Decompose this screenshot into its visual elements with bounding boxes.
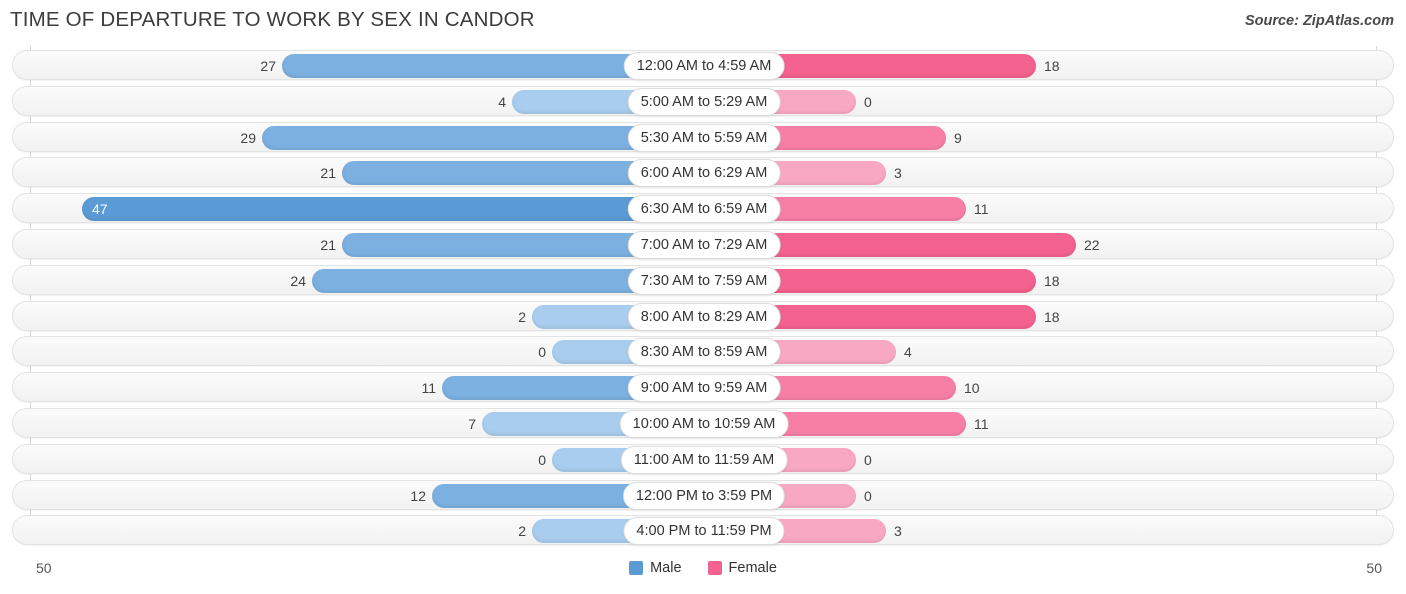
table-row[interactable]: 0 4 8:30 AM to 8:59 AM bbox=[12, 336, 1394, 367]
value-label-male: 2 bbox=[518, 308, 526, 325]
category-label[interactable]: 8:30 AM to 8:59 AM bbox=[627, 338, 781, 367]
table-row[interactable]: 12 0 12:00 PM to 3:59 PM bbox=[12, 479, 1394, 510]
table-row[interactable]: 27 18 12:00 AM to 4:59 AM bbox=[12, 50, 1394, 80]
value-label-male: 4 bbox=[498, 93, 506, 110]
value-label-female: 9 bbox=[954, 129, 962, 146]
value-label-female: 0 bbox=[864, 487, 872, 504]
bar-male[interactable] bbox=[82, 197, 704, 222]
value-label-female: 22 bbox=[1084, 237, 1100, 253]
category-label[interactable]: 12:00 AM to 4:59 AM bbox=[623, 52, 785, 80]
table-row[interactable]: 11 10 9:00 AM to 9:59 AM bbox=[12, 372, 1394, 403]
value-label-female: 0 bbox=[864, 93, 872, 110]
page-title: TIME OF DEPARTURE TO WORK BY SEX IN CAND… bbox=[10, 8, 535, 31]
category-label[interactable]: 9:00 AM to 9:59 AM bbox=[627, 374, 781, 403]
value-label-male: 12 bbox=[410, 487, 426, 504]
table-row[interactable]: 0 0 11:00 AM to 11:59 AM bbox=[12, 443, 1394, 474]
legend-label: Female bbox=[728, 560, 777, 576]
value-label-female: 18 bbox=[1044, 58, 1060, 74]
table-row[interactable]: 29 9 5:30 AM to 5:59 AM bbox=[12, 121, 1394, 152]
category-label[interactable]: 7:30 AM to 7:59 AM bbox=[627, 266, 781, 295]
value-label-male: 27 bbox=[260, 58, 276, 74]
table-row[interactable]: 21 22 7:00 AM to 7:29 AM bbox=[12, 229, 1394, 259]
value-label-female: 0 bbox=[864, 451, 872, 468]
chart-footer: 50 50 Male Female bbox=[0, 548, 1406, 594]
table-row[interactable]: 2 18 8:00 AM to 8:29 AM bbox=[12, 300, 1394, 331]
legend-swatch-male bbox=[629, 561, 644, 575]
category-label[interactable]: 5:00 AM to 5:29 AM bbox=[627, 87, 781, 116]
value-label-male: 0 bbox=[538, 344, 546, 361]
value-label-female: 18 bbox=[1044, 308, 1060, 325]
category-label[interactable]: 12:00 PM to 3:59 PM bbox=[622, 481, 786, 510]
legend-swatch-female bbox=[707, 561, 722, 575]
value-label-male: 21 bbox=[320, 165, 336, 182]
value-label-female: 11 bbox=[974, 201, 989, 218]
value-label-male: 21 bbox=[320, 237, 336, 253]
category-label[interactable]: 6:30 AM to 6:59 AM bbox=[627, 195, 781, 224]
value-label-female: 18 bbox=[1044, 272, 1060, 289]
table-row[interactable]: 21 3 6:00 AM to 6:29 AM bbox=[12, 157, 1394, 188]
value-label-male: 47 bbox=[92, 201, 108, 218]
value-label-female: 3 bbox=[894, 165, 902, 182]
source-attribution: Source: ZipAtlas.com bbox=[1244, 13, 1394, 29]
table-row[interactable]: 24 18 7:30 AM to 7:59 AM bbox=[12, 264, 1394, 295]
value-label-male: 24 bbox=[290, 272, 306, 289]
category-label[interactable]: 11:00 AM to 11:59 AM bbox=[620, 445, 788, 474]
value-label-male: 0 bbox=[538, 451, 546, 468]
table-row[interactable]: 2 3 4:00 PM to 11:59 PM bbox=[12, 515, 1394, 546]
category-label[interactable]: 10:00 AM to 10:59 AM bbox=[619, 410, 789, 438]
value-label-female: 4 bbox=[904, 344, 912, 361]
value-label-male: 29 bbox=[240, 129, 256, 146]
category-label[interactable]: 7:00 AM to 7:29 AM bbox=[627, 231, 781, 259]
category-label[interactable]: 8:00 AM to 8:29 AM bbox=[627, 302, 781, 331]
value-label-female: 3 bbox=[894, 523, 902, 540]
category-label[interactable]: 4:00 PM to 11:59 PM bbox=[623, 517, 785, 546]
value-label-male: 11 bbox=[421, 380, 436, 397]
table-row[interactable]: 7 11 10:00 AM to 10:59 AM bbox=[12, 408, 1394, 438]
value-label-male: 2 bbox=[518, 523, 526, 540]
legend-label: Male bbox=[650, 560, 682, 576]
chart-rows: 27 18 12:00 AM to 4:59 AM 4 0 5:00 AM to 5:29… bbox=[0, 46, 1406, 548]
chart-header: TIME OF DEPARTURE TO WORK BY SEX IN CAND… bbox=[0, 0, 1406, 42]
category-label[interactable]: 5:30 AM to 5:59 AM bbox=[627, 123, 781, 152]
legend-item-male[interactable]: Male bbox=[629, 560, 682, 576]
category-label[interactable]: 6:00 AM to 6:29 AM bbox=[627, 159, 781, 188]
value-label-male: 7 bbox=[468, 416, 476, 432]
table-row[interactable]: 4 0 5:00 AM to 5:29 AM bbox=[12, 85, 1394, 116]
value-label-female: 10 bbox=[964, 380, 980, 397]
legend-item-female[interactable]: Female bbox=[707, 560, 777, 576]
chart-plot-area: 27 18 12:00 AM to 4:59 AM 4 0 5:00 AM to 5:29… bbox=[0, 46, 1406, 548]
value-label-female: 11 bbox=[974, 416, 989, 432]
table-row[interactable]: 47 11 6:30 AM to 6:59 AM bbox=[12, 193, 1394, 224]
chart-legend: Male Female bbox=[0, 560, 1406, 576]
